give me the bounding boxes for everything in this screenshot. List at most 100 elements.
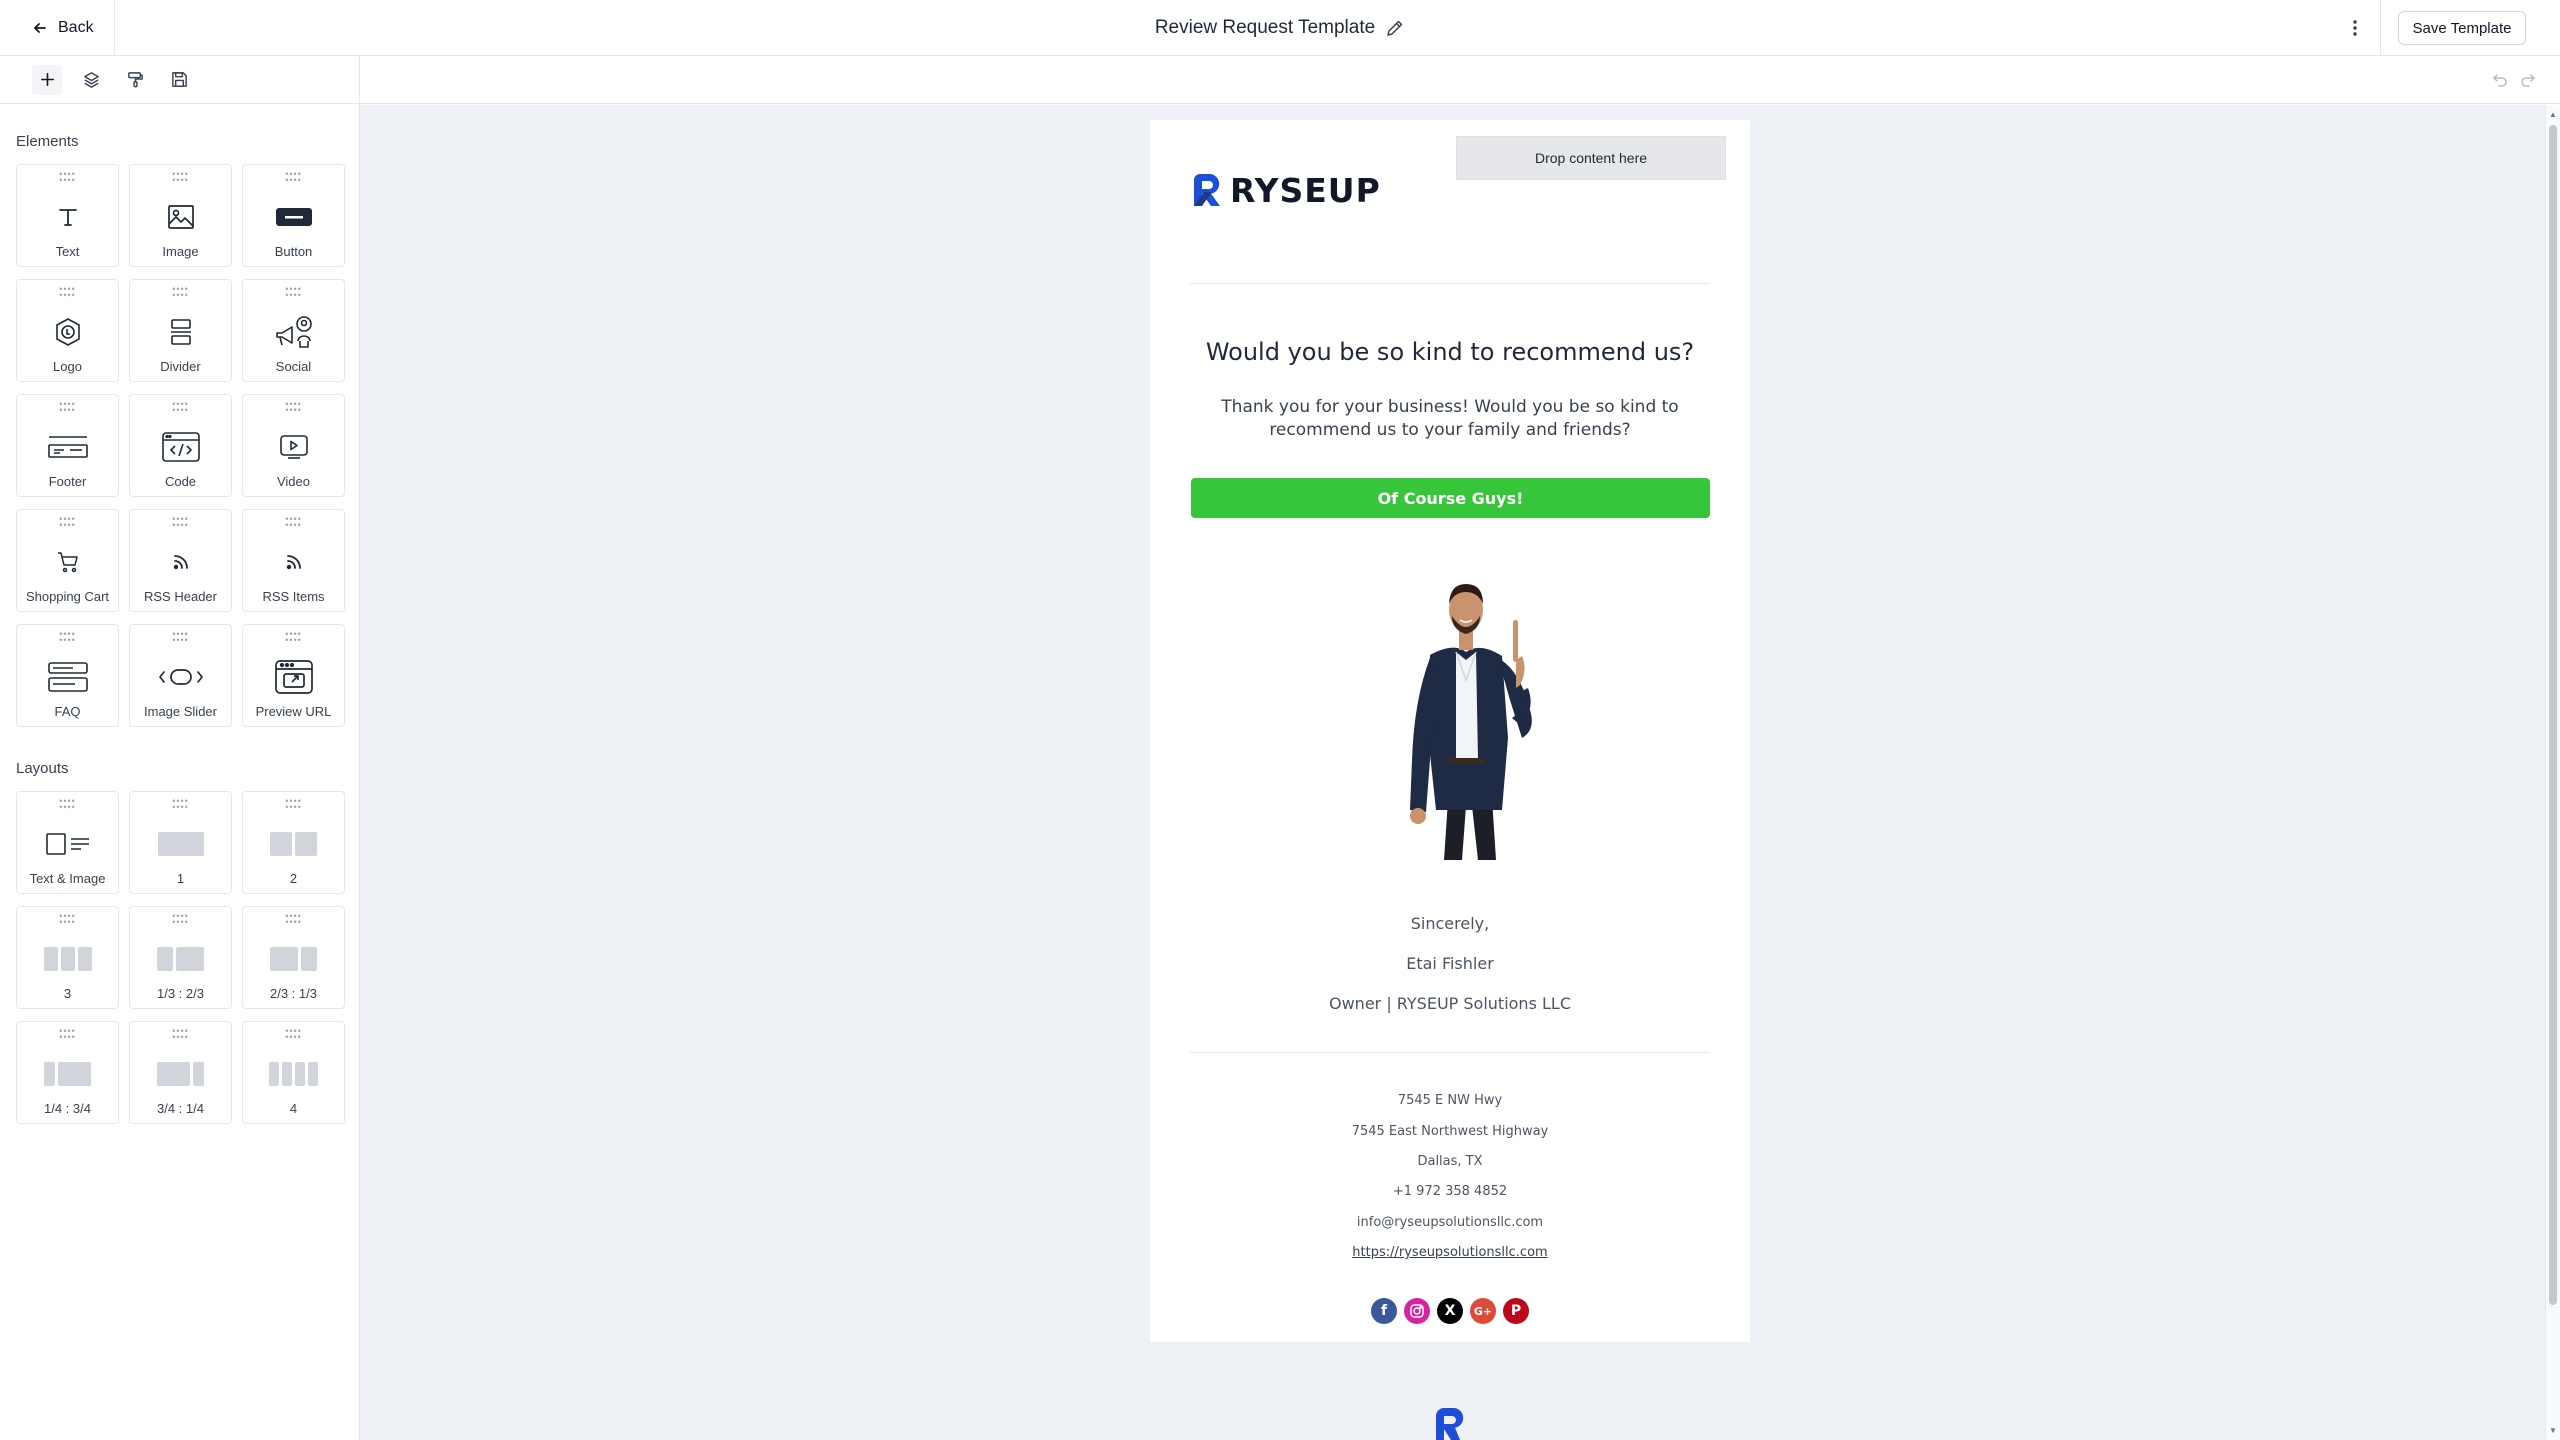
element-faq[interactable]: •••• •••• FAQ	[16, 624, 119, 727]
footer-icon	[47, 436, 88, 458]
brand-logo[interactable]: RYSEUP	[1190, 168, 1381, 212]
layout-1-4-3-4[interactable]: •••• •••• 1/4 : 3/4	[16, 1021, 119, 1124]
drag-handle-icon: •••• ••••	[172, 911, 189, 927]
layout-2-3-1-3[interactable]: •••• •••• 2/3 : 1/3	[242, 906, 345, 1009]
element-label: Image	[162, 244, 199, 259]
element-shopping-cart[interactable]: •••• •••• Shopping Cart	[16, 509, 119, 612]
layout-1[interactable]: •••• •••• 1	[129, 791, 232, 894]
drag-handle-icon: •••• ••••	[59, 1026, 76, 1042]
more-options-icon[interactable]	[2340, 14, 2370, 42]
element-preview-url[interactable]: •••• •••• Preview URL	[242, 624, 345, 727]
element-logo[interactable]: •••• •••• Logo	[16, 279, 119, 382]
layout-4[interactable]: •••• •••• 4	[242, 1021, 345, 1124]
element-social[interactable]: •••• •••• Social	[242, 279, 345, 382]
back-label: Back	[58, 19, 94, 36]
element-label: Divider	[160, 359, 201, 374]
preview-url-icon	[274, 660, 313, 694]
layout-1-3-2-3[interactable]: •••• •••• 1/3 : 2/3	[129, 906, 232, 1009]
redo-icon[interactable]	[2516, 68, 2540, 92]
one-column-icon	[130, 828, 231, 860]
slider-icon	[158, 669, 203, 685]
footer-phone[interactable]: +1 972 358 4852	[1150, 1184, 1750, 1199]
text-image-layout-icon	[45, 833, 89, 855]
facebook-icon[interactable]: f	[1371, 1298, 1397, 1324]
drag-handle-icon: •••• ••••	[172, 284, 189, 300]
layout-3[interactable]: •••• •••• 3	[16, 906, 119, 1009]
element-text[interactable]: •••• •••• Text	[16, 164, 119, 267]
drag-handle-icon: •••• ••••	[59, 911, 76, 927]
email-divider	[1190, 283, 1710, 284]
x-icon[interactable]: X	[1437, 1298, 1463, 1324]
paint-roller-icon[interactable]	[120, 65, 150, 95]
drag-handle-icon: •••• ••••	[285, 514, 302, 530]
layout-label: 2/3 : 1/3	[270, 986, 317, 1001]
pinterest-icon[interactable]: P	[1503, 1298, 1529, 1324]
social-icon	[275, 316, 312, 348]
element-code[interactable]: •••• •••• Code	[129, 394, 232, 497]
footer-city[interactable]: Dallas, TX	[1150, 1154, 1750, 1169]
layout-label: 1/3 : 2/3	[157, 986, 204, 1001]
scrollbar-thumb[interactable]	[2549, 125, 2557, 1305]
drag-handle-icon: •••• ••••	[285, 796, 302, 812]
drag-handle-icon: •••• ••••	[59, 796, 76, 812]
email-headline[interactable]: Would you be so kind to recommend us?	[1150, 338, 1750, 366]
drop-zone[interactable]: Drop content here	[1456, 136, 1726, 180]
layout-label: 1	[176, 871, 185, 886]
page-title: Review Request Template	[1154, 17, 1376, 38]
businessman-photo[interactable]	[1370, 560, 1560, 860]
signer-name[interactable]: Etai Fishler	[1150, 954, 1750, 973]
scroll-down-icon[interactable]: ▼	[2548, 1426, 2558, 1436]
save-template-button[interactable]: Save Template	[2398, 11, 2526, 45]
drag-handle-icon: •••• ••••	[172, 169, 189, 185]
footer-address-line1[interactable]: 7545 E NW Hwy	[1150, 1093, 1750, 1108]
footer-website-link[interactable]: https://ryseupsolutionsllc.com	[1150, 1245, 1750, 1260]
scroll-up-icon[interactable]: ▲	[2548, 110, 2558, 120]
email-body-text[interactable]: Thank you for your business! Would you b…	[1220, 396, 1680, 442]
element-rss-header[interactable]: •••• •••• RSS Header	[129, 509, 232, 612]
undo-icon[interactable]	[2488, 68, 2512, 92]
drag-handle-icon: •••• ••••	[285, 629, 302, 645]
drag-handle-icon: •••• ••••	[285, 169, 302, 185]
logo-icon	[55, 318, 80, 346]
social-icons-row: f X G+ P	[1150, 1298, 1750, 1324]
instagram-icon[interactable]	[1404, 1298, 1430, 1324]
save-disk-icon[interactable]	[164, 65, 194, 95]
cta-button[interactable]: Of Course Guys!	[1191, 478, 1710, 518]
top-bar: Back Review Request Template Save Templa…	[0, 0, 2560, 56]
layout-text-image[interactable]: •••• •••• Text & Image	[16, 791, 119, 894]
layout-label: 4	[289, 1101, 298, 1116]
element-label: Code	[164, 474, 197, 489]
google-plus-icon[interactable]: G+	[1470, 1298, 1496, 1324]
two-column-icon	[243, 828, 344, 860]
element-image-slider[interactable]: •••• •••• Image Slider	[129, 624, 232, 727]
element-label: Footer	[48, 474, 87, 489]
arrow-left-icon	[34, 23, 46, 33]
closing-text[interactable]: Sincerely,	[1150, 914, 1750, 933]
element-label: Preview URL	[255, 704, 332, 719]
element-footer[interactable]: •••• •••• Footer	[16, 394, 119, 497]
ryseup-logo-icon	[1194, 174, 1220, 206]
drag-handle-icon: •••• ••••	[59, 169, 76, 185]
element-image[interactable]: •••• •••• Image	[129, 164, 232, 267]
footer-address-line2[interactable]: 7545 East Northwest Highway	[1150, 1124, 1750, 1139]
element-rss-items[interactable]: •••• •••• RSS Items	[242, 509, 345, 612]
layers-icon[interactable]	[76, 65, 106, 95]
drag-handle-icon: •••• ••••	[172, 629, 189, 645]
add-icon[interactable]	[32, 64, 62, 95]
divider-icon	[170, 319, 191, 345]
drag-handle-icon: •••• ••••	[172, 1026, 189, 1042]
footer-email[interactable]: info@ryseupsolutionsllc.com	[1150, 1215, 1750, 1230]
ryseup-logo-icon[interactable]	[1430, 1406, 1468, 1440]
layout-3-4-1-4[interactable]: •••• •••• 3/4 : 1/4	[129, 1021, 232, 1124]
drag-handle-icon: •••• ••••	[59, 514, 76, 530]
layout-2[interactable]: •••• •••• 2	[242, 791, 345, 894]
rss-icon	[173, 555, 188, 570]
back-button[interactable]: Back	[18, 13, 108, 43]
pencil-icon[interactable]	[1385, 18, 1405, 38]
element-video[interactable]: •••• •••• Video	[242, 394, 345, 497]
signer-title[interactable]: Owner | RYSEUP Solutions LLC	[1150, 994, 1750, 1013]
element-divider[interactable]: •••• •••• Divider	[129, 279, 232, 382]
drag-handle-icon: •••• ••••	[59, 284, 76, 300]
element-button[interactable]: •••• •••• Button	[242, 164, 345, 267]
template-title-bar: Review Request Template	[0, 0, 2560, 56]
